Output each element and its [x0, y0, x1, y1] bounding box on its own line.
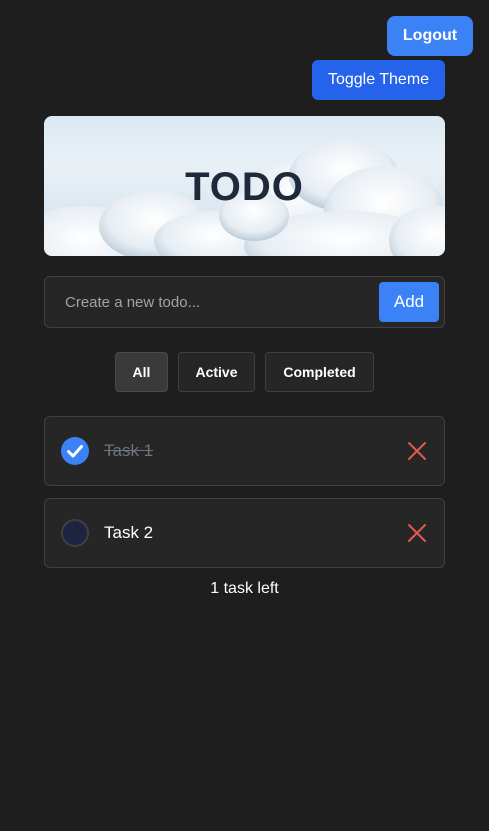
- app-title: TODO: [185, 164, 304, 209]
- add-button[interactable]: Add: [379, 282, 439, 322]
- filter-active-button[interactable]: Active: [178, 352, 255, 392]
- tasks-left-count: 1 task left: [210, 580, 279, 597]
- todo-text: Task 2: [104, 523, 154, 542]
- header-banner: TODO: [44, 116, 445, 256]
- todo-checkbox[interactable]: [61, 519, 89, 547]
- filter-all-button[interactable]: All: [115, 352, 168, 392]
- filter-bar: All Active Completed: [0, 352, 489, 392]
- todo-checkbox[interactable]: [61, 437, 89, 465]
- todo-app: Logout Toggle Theme TODO Add: [0, 0, 489, 831]
- logout-button[interactable]: Logout: [387, 16, 473, 56]
- todo-item: Task 2: [44, 498, 445, 568]
- filter-completed-button[interactable]: Completed: [265, 352, 374, 392]
- toggle-theme-button[interactable]: Toggle Theme: [312, 60, 445, 100]
- check-icon: [67, 445, 83, 458]
- close-icon[interactable]: [407, 441, 427, 461]
- close-icon[interactable]: [407, 523, 427, 543]
- new-todo-form: Add: [44, 276, 445, 328]
- new-todo-input[interactable]: [55, 282, 375, 322]
- todo-text: Task 1: [104, 441, 154, 460]
- todo-item: Task 1: [44, 416, 445, 486]
